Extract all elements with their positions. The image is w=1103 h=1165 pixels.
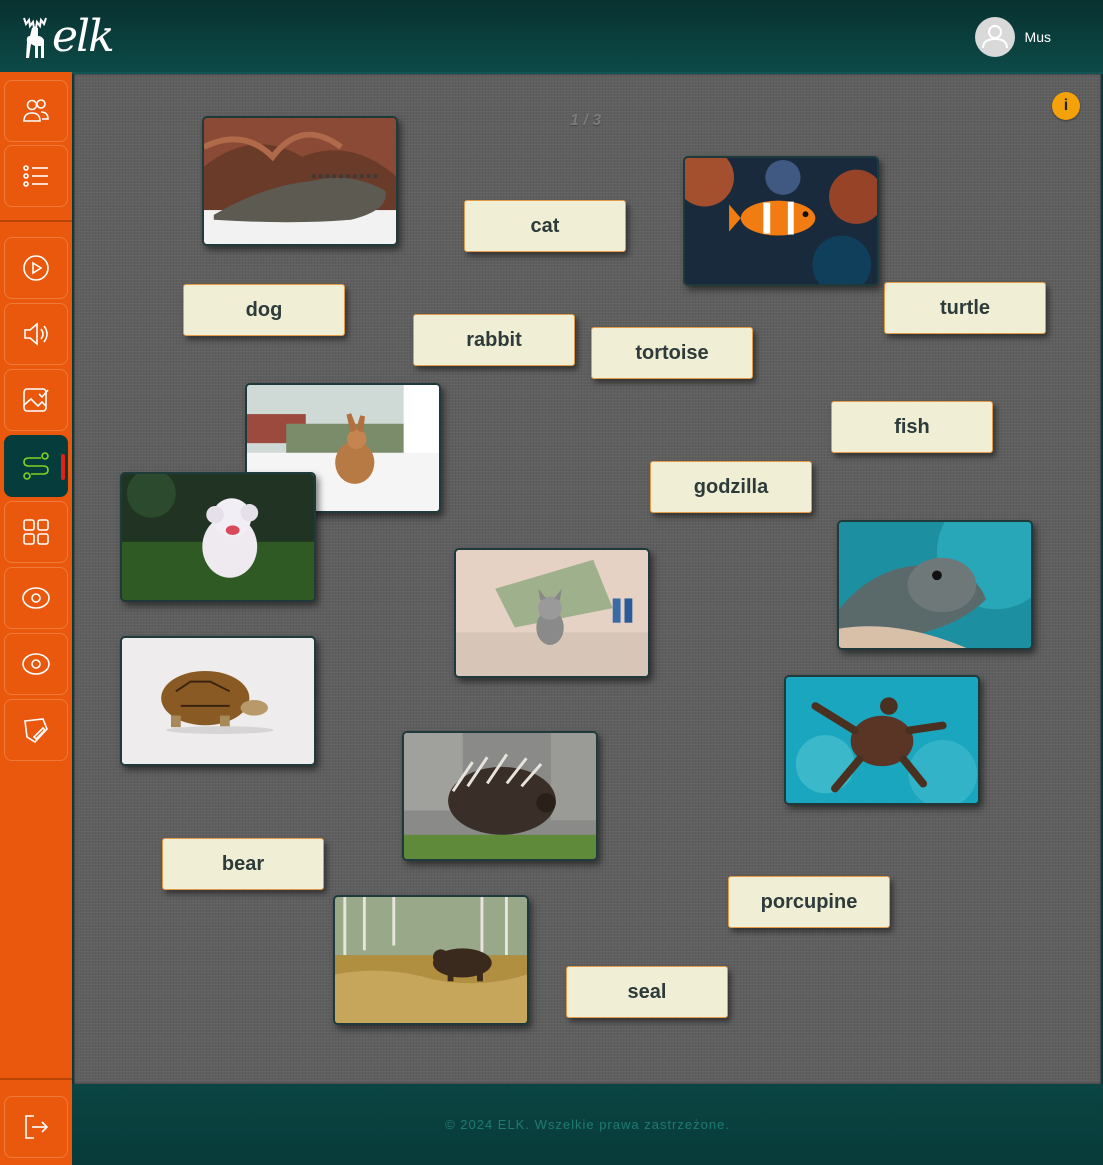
users-icon xyxy=(23,99,49,122)
photo-card-tortoise[interactable] xyxy=(120,636,316,766)
logout-icon xyxy=(25,1115,49,1139)
photo-card-dog[interactable] xyxy=(120,472,316,602)
sidebar-item-users[interactable] xyxy=(4,80,68,142)
eye-icon xyxy=(22,587,50,609)
username: Mus xyxy=(1024,29,1051,45)
word-card-cat[interactable]: cat xyxy=(464,200,626,252)
kitten-image xyxy=(456,550,648,676)
clownfish-image xyxy=(685,158,877,284)
logo-text: elk xyxy=(52,11,115,62)
sidebar-item-audio[interactable] xyxy=(4,303,68,365)
sidebar-divider-bottom xyxy=(0,1078,72,1080)
user-menu[interactable]: Mus xyxy=(974,17,1051,57)
photo-card-sea-turtle[interactable] xyxy=(784,675,980,805)
word-card-seal[interactable]: seal xyxy=(566,966,728,1018)
sidebar-item-list[interactable] xyxy=(4,145,68,207)
eye-icon xyxy=(22,653,50,675)
elk-logo-icon xyxy=(23,17,47,58)
word-card-turtle[interactable]: turtle xyxy=(884,282,1046,334)
sidebar-item-edit[interactable] xyxy=(4,699,68,761)
sidebar-item-view-2[interactable] xyxy=(4,633,68,695)
list-icon xyxy=(23,165,48,187)
dog-image xyxy=(122,474,314,600)
sidebar-item-play[interactable] xyxy=(4,237,68,299)
edit-shape-icon xyxy=(24,718,48,744)
sidebar-item-image-check[interactable] xyxy=(4,369,68,431)
photo-card-iguana[interactable] xyxy=(202,116,398,246)
activity-board: 1 / 3 i cat dog rabbit tortoise turtle f… xyxy=(74,74,1101,1084)
word-card-godzilla[interactable]: godzilla xyxy=(650,461,812,513)
photo-card-kitten[interactable] xyxy=(454,548,650,678)
word-card-porcupine[interactable]: porcupine xyxy=(728,876,890,928)
avatar[interactable] xyxy=(974,17,1015,57)
sidebar-item-view-1[interactable] xyxy=(4,567,68,629)
route-icon xyxy=(23,452,49,480)
info-button[interactable]: i xyxy=(1052,92,1080,120)
grid-icon xyxy=(23,519,49,545)
sidebar xyxy=(0,72,72,1165)
page-indicator: 1 / 3 xyxy=(570,112,602,129)
photo-card-porcupine[interactable] xyxy=(402,731,598,861)
photo-card-clownfish[interactable] xyxy=(683,156,879,286)
sidebar-divider xyxy=(0,220,72,222)
word-card-fish[interactable]: fish xyxy=(831,401,993,453)
play-icon xyxy=(23,255,49,281)
porcupine-image xyxy=(404,733,596,859)
sidebar-item-grid[interactable] xyxy=(4,501,68,563)
word-card-bear[interactable]: bear xyxy=(162,838,324,890)
word-card-rabbit[interactable]: rabbit xyxy=(413,314,575,366)
active-indicator xyxy=(61,454,65,480)
sea-turtle-image xyxy=(786,677,978,803)
seal-image xyxy=(839,522,1031,648)
logout-button[interactable] xyxy=(4,1096,68,1158)
image-check-icon xyxy=(23,388,49,412)
photo-card-bear[interactable] xyxy=(333,895,529,1025)
iguana-image xyxy=(204,118,396,244)
speaker-icon xyxy=(24,322,48,346)
footer: © 2024 ELK. Wszelkie prawa zastrzeżone. xyxy=(72,1084,1103,1165)
word-card-dog[interactable]: dog xyxy=(183,284,345,336)
sidebar-item-route[interactable] xyxy=(4,435,68,497)
photo-card-seal[interactable] xyxy=(837,520,1033,650)
copyright-text: © 2024 ELK. Wszelkie prawa zastrzeżone. xyxy=(445,1117,730,1132)
top-bar: elk Mus xyxy=(0,0,1103,74)
user-icon xyxy=(981,25,1008,49)
tortoise-image xyxy=(122,638,314,764)
word-card-tortoise[interactable]: tortoise xyxy=(591,327,753,379)
bear-image xyxy=(335,897,527,1023)
elk-logo[interactable]: elk xyxy=(20,11,115,62)
